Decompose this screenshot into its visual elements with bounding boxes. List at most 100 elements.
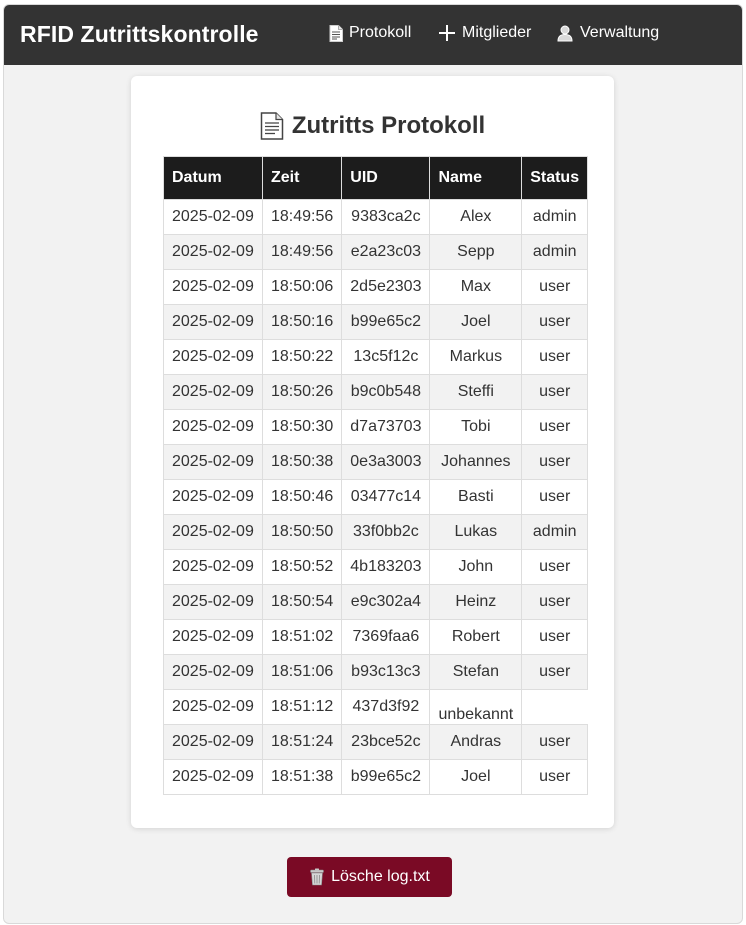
app-title: RFID Zutrittskontrolle [20,21,259,47]
delete-log-button[interactable]: Lösche log.txt [287,857,452,897]
cell-date: 2025-02-09 [163,479,263,515]
cell-status [522,690,588,725]
cell-uid: b99e65c2 [341,304,431,340]
cell-name: Andras [429,724,523,760]
cell-date: 2025-02-09 [163,549,263,585]
cell-status: user [521,304,589,340]
cell-status: user [521,444,589,480]
column-header-name: Name [429,156,523,200]
table-header-row: Datum Zeit UID Name Status [163,156,589,200]
table-row: 2025-02-09 18:50:54 e9c302a4 Heinz user [163,584,589,620]
cell-name: Max [429,269,523,305]
cell-name: Johannes [429,444,523,480]
app-frame: RFID Zutrittskontrolle Protokoll Mitglie… [3,4,743,924]
cell-uid: e2a23c03 [341,234,431,270]
access-log-table: Datum Zeit UID Name Status 2025-02-09 18… [163,156,589,795]
table-row: 2025-02-09 18:51:02 7369faa6 Robert user [163,619,589,655]
column-header-datum: Datum [163,156,263,200]
cell-date: 2025-02-09 [163,584,263,620]
table-row: 2025-02-09 18:50:52 4b183203 John user [163,549,589,585]
table-row: 2025-02-09 18:51:24 23bce52c Andras user [163,724,589,760]
cell-uid: 13c5f12c [341,339,431,375]
nav-mitglieder[interactable]: Mitglieder [438,24,531,42]
protocol-card: Zutritts Protokoll Datum Zeit UID Name S… [131,76,614,828]
cell-name: John [429,549,523,585]
cell-uid: 4b183203 [341,549,431,585]
cell-time: 18:50:22 [261,339,343,375]
table-row: 2025-02-09 18:49:56 9383ca2c Alex admin [163,199,589,235]
cell-status: user [521,409,589,445]
column-header-uid: UID [341,156,431,200]
cell-date: 2025-02-09 [163,444,263,480]
cell-time: 18:50:54 [261,584,343,620]
cell-uid: 33f0bb2c [341,514,431,550]
column-header-status: Status [521,156,589,200]
cell-time: 18:50:50 [261,514,343,550]
cell-date: 2025-02-09 [163,199,263,235]
cell-status: user [521,339,589,375]
table-row: 2025-02-09 18:50:26 b9c0b548 Steffi user [163,374,589,410]
cell-name: unbekannt [429,689,523,725]
delete-log-label: Lösche log.txt [331,868,430,885]
cell-status: user [521,549,589,585]
cell-date: 2025-02-09 [163,514,263,550]
cell-time: 18:51:24 [261,724,343,760]
cell-name: Sepp [429,234,523,270]
cell-uid: 03477c14 [341,479,431,515]
nav-protokoll-label: Protokoll [349,24,412,41]
page-title: Zutritts Protokoll [131,112,614,140]
cell-date: 2025-02-09 [163,409,263,445]
nav-verwaltung[interactable]: Verwaltung [556,24,659,42]
cell-date: 2025-02-09 [163,759,263,795]
cell-time: 18:50:38 [261,444,343,480]
cell-date: 2025-02-09 [163,724,263,760]
cell-date: 2025-02-09 [163,689,263,725]
cell-name: Basti [429,479,523,515]
cell-uid: 0e3a3003 [341,444,431,480]
cell-uid: 9383ca2c [341,199,431,235]
cell-date: 2025-02-09 [163,269,263,305]
cell-status: admin [521,199,589,235]
table-row: 2025-02-09 18:50:30 d7a73703 Tobi user [163,409,589,445]
cell-uid: d7a73703 [341,409,431,445]
cell-time: 18:49:56 [261,199,343,235]
cell-uid: b99e65c2 [341,759,431,795]
cell-status: user [521,759,589,795]
user-icon [556,24,574,42]
cell-uid: 437d3f92 [341,689,431,725]
cell-status: user [521,584,589,620]
cell-date: 2025-02-09 [163,304,263,340]
table-row: 2025-02-09 18:49:56 e2a23c03 Sepp admin [163,234,589,270]
cell-name: Joel [429,759,523,795]
page-title-text: Zutritts Protokoll [291,112,486,139]
table-row: 2025-02-09 18:50:22 13c5f12c Markus user [163,339,589,375]
cell-time: 18:50:30 [261,409,343,445]
cell-time: 18:49:56 [261,234,343,270]
document-icon [260,112,284,140]
cell-name: Robert [429,619,523,655]
nav-protokoll[interactable]: Protokoll [329,24,411,42]
cell-uid: 23bce52c [341,724,431,760]
cell-date: 2025-02-09 [163,339,263,375]
cell-uid: 7369faa6 [341,619,431,655]
cell-time: 18:51:06 [261,654,343,690]
nav-verwaltung-label: Verwaltung [580,24,660,41]
table-row: 2025-02-09 18:51:38 b99e65c2 Joel user [163,759,589,795]
cell-name: Alex [429,199,523,235]
cell-time: 18:50:52 [261,549,343,585]
cell-date: 2025-02-09 [163,654,263,690]
table-row: 2025-02-09 18:50:16 b99e65c2 Joel user [163,304,589,340]
cell-date: 2025-02-09 [163,619,263,655]
cell-status: user [521,374,589,410]
table-row: 2025-02-09 18:50:46 03477c14 Basti user [163,479,589,515]
table-row: 2025-02-09 18:51:06 b93c13c3 Stefan user [163,654,589,690]
plus-icon [438,24,456,42]
cell-name: Heinz [429,584,523,620]
cell-time: 18:50:06 [261,269,343,305]
trash-icon [309,868,325,886]
cell-status: user [521,269,589,305]
column-header-zeit: Zeit [261,156,343,200]
cell-time: 18:50:46 [261,479,343,515]
table-row: 2025-02-09 18:50:06 2d5e2303 Max user [163,269,589,305]
cell-status: user [521,724,589,760]
